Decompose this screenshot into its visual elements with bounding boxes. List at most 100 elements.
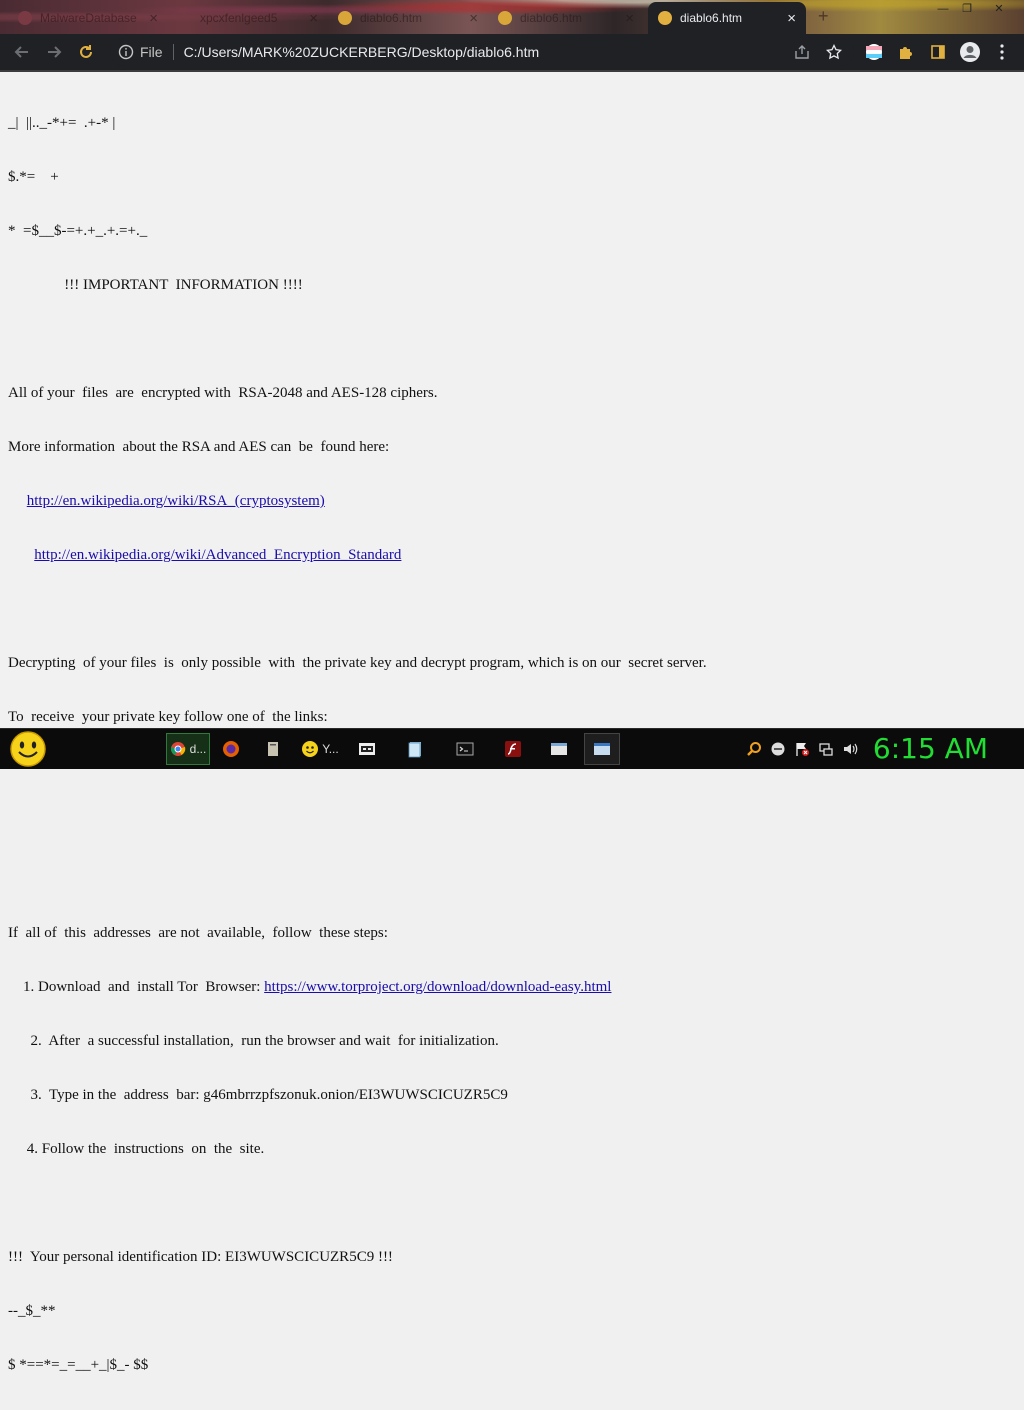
yahoo-messenger-icon: [302, 741, 319, 757]
avatar-icon: [960, 42, 980, 62]
flash-task[interactable]: [498, 733, 528, 765]
minimize-icon[interactable]: —: [932, 2, 954, 16]
window-close-icon[interactable]: ✕: [988, 2, 1010, 16]
back-button[interactable]: [8, 34, 36, 70]
page-content: _| ||.._-*+= .+-* | $.*= + * =$__$-=+.+_…: [0, 72, 1024, 1373]
flag-error-icon: [796, 743, 809, 756]
tab-2[interactable]: xpcxfenlgeed5 ×: [168, 2, 328, 34]
rsa-wiki-link[interactable]: http://en.wikipedia.org/wiki/RSA_(crypto…: [27, 493, 325, 509]
explorer-task[interactable]: [258, 733, 288, 765]
tab-strip: MalwareDatabase × xpcxfenlgeed5 × diablo…: [0, 0, 1024, 34]
tab-active[interactable]: diablo6.htm ×: [648, 2, 806, 34]
tab-favicon-icon: [658, 11, 672, 25]
share-button[interactable]: [790, 34, 814, 70]
close-tab-icon[interactable]: ×: [787, 10, 796, 27]
scheme-label: File: [140, 44, 163, 60]
status-tray[interactable]: [768, 733, 788, 765]
chrome-task-label: d...: [189, 742, 207, 756]
profile-flag-button[interactable]: [862, 34, 886, 70]
share-icon: [795, 45, 809, 59]
junk-line: * =$__$-=+.+_.+.=+._: [8, 223, 148, 239]
close-tab-icon[interactable]: ×: [149, 10, 158, 27]
encryption-notice: All of your files are encrypted with RSA…: [8, 385, 438, 401]
taskbar-clock[interactable]: 6:15 AM: [873, 732, 988, 765]
close-tab-icon[interactable]: ×: [625, 10, 634, 27]
tab-4[interactable]: diablo6.htm ×: [488, 2, 644, 34]
back-arrow-icon: [14, 46, 28, 58]
network-icon: [819, 743, 833, 756]
new-tab-button[interactable]: +: [818, 6, 829, 27]
7zip-icon: [359, 743, 375, 755]
tab-favicon-icon: [498, 11, 512, 25]
tab-title: diablo6.htm: [520, 11, 583, 25]
info-icon[interactable]: [118, 44, 134, 60]
smiley-start-icon: [10, 731, 46, 767]
window-task-2[interactable]: [584, 733, 620, 765]
junk-line: $.*= +: [8, 169, 59, 185]
tab-1[interactable]: MalwareDatabase ×: [8, 2, 168, 34]
maximize-icon[interactable]: ❐: [956, 2, 978, 16]
star-icon: [826, 44, 842, 60]
window-task-1[interactable]: [544, 733, 574, 765]
receive-key-text: To receive your private key follow one o…: [8, 709, 328, 725]
yahoo-task[interactable]: Y...: [298, 733, 342, 765]
cmd-task[interactable]: [450, 733, 480, 765]
forward-button[interactable]: [40, 34, 68, 70]
junk-line: _| ||.._-*+= .+-* |: [8, 115, 116, 131]
step-3: 3. Type in the address bar: g46mbrrzpfsz…: [8, 1087, 508, 1103]
action-center-tray[interactable]: [792, 733, 812, 765]
url-text[interactable]: C:/Users/MARK%20ZUCKERBERG/Desktop/diabl…: [184, 44, 540, 60]
firefox-task[interactable]: [216, 733, 246, 765]
steps-intro: If all of this addresses are not availab…: [8, 925, 388, 941]
profile-button[interactable]: [958, 34, 982, 70]
aes-wiki-link[interactable]: http://en.wikipedia.org/wiki/Advanced_En…: [34, 547, 401, 563]
kebab-menu-icon: [1000, 44, 1004, 60]
yahoo-task-label: Y...: [322, 742, 339, 756]
tab-favicon-icon: [18, 11, 32, 25]
extensions-button[interactable]: [894, 34, 918, 70]
reload-button[interactable]: [72, 34, 100, 70]
side-panel-button[interactable]: [926, 34, 950, 70]
forward-arrow-icon: [48, 46, 62, 58]
tab-title: diablo6.htm: [360, 11, 423, 25]
tab-3[interactable]: diablo6.htm ×: [328, 2, 488, 34]
volume-tray[interactable]: [840, 733, 860, 765]
step-1-text: 1. Download and install Tor Browser:: [8, 979, 265, 995]
flash-icon: [505, 741, 521, 757]
menu-button[interactable]: [992, 34, 1012, 70]
bookmark-button[interactable]: [822, 34, 846, 70]
tab-title: diablo6.htm: [680, 11, 743, 25]
step-2: 2. After a successful installation, run …: [8, 1033, 499, 1049]
command-prompt-icon: [456, 742, 474, 756]
start-button[interactable]: [6, 729, 50, 769]
search-tray[interactable]: [744, 733, 764, 765]
side-panel-icon: [931, 45, 945, 59]
tor-download-link[interactable]: https://www.torproject.org/download/down…: [264, 979, 611, 995]
decrypt-info: Decrypting of your files is only possibl…: [8, 655, 707, 671]
aes-link-line: http://en.wikipedia.org/wiki/Advanced_En…: [8, 546, 707, 564]
more-info-text: More information about the RSA and AES c…: [8, 439, 390, 455]
tail-line: $ *==*=_=__+_|$_- $$: [8, 1357, 149, 1373]
chrome-icon: [170, 742, 185, 756]
tab-favicon-icon: [178, 11, 192, 25]
7zip-task[interactable]: [352, 733, 382, 765]
notepad-task[interactable]: [400, 733, 430, 765]
search-icon: [747, 742, 761, 756]
chrome-task[interactable]: d...: [166, 733, 210, 765]
network-tray[interactable]: [816, 733, 836, 765]
personal-id-line: !!! Your personal identification ID: EI3…: [8, 1249, 393, 1265]
tab-title: MalwareDatabase: [40, 11, 137, 25]
close-tab-icon[interactable]: ×: [469, 10, 478, 27]
close-tab-icon[interactable]: ×: [309, 10, 318, 27]
speaker-icon: [844, 743, 858, 755]
flag-icon: [866, 44, 882, 60]
browser-toolbar: File C:/Users/MARK%20ZUCKERBERG/Desktop/…: [0, 34, 1024, 70]
messenger-status-icon: [771, 742, 785, 756]
tab-title: xpcxfenlgeed5: [200, 11, 278, 25]
address-bar[interactable]: File C:/Users/MARK%20ZUCKERBERG/Desktop/…: [110, 38, 854, 66]
